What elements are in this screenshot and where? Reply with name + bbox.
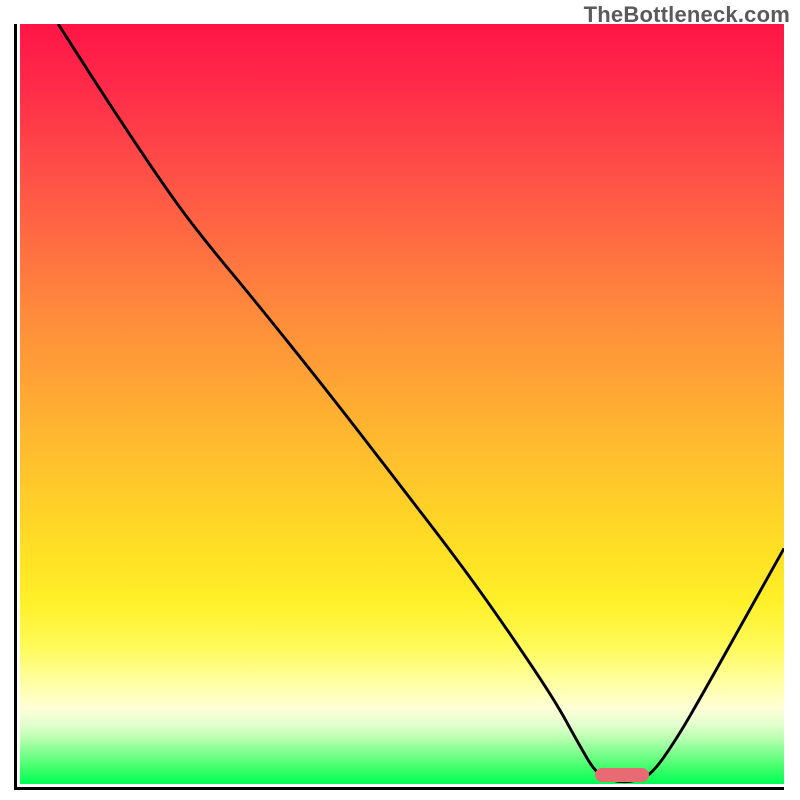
plot-area [14, 24, 784, 790]
chart-curve [20, 24, 784, 784]
optimum-marker [595, 768, 649, 782]
watermark-text: TheBottleneck.com [584, 2, 790, 28]
curve-path [58, 24, 784, 782]
